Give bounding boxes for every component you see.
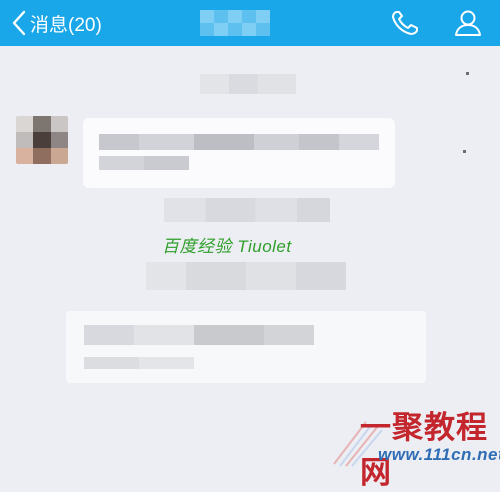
phone-icon bbox=[392, 11, 418, 35]
system-notice-blurred bbox=[146, 262, 346, 290]
message-text-blurred bbox=[99, 134, 379, 150]
back-button[interactable]: 消息(20) bbox=[10, 8, 102, 38]
person-icon bbox=[455, 10, 481, 36]
card-title-blurred bbox=[84, 325, 314, 345]
timestamp-blurred bbox=[200, 74, 296, 94]
card-subtitle-blurred bbox=[84, 357, 194, 369]
contact-name-blurred bbox=[200, 10, 270, 36]
site-logo: 一聚教程网 www.111cn.net bbox=[330, 402, 500, 490]
call-button[interactable] bbox=[390, 9, 420, 42]
title-bar: 消息(20) bbox=[0, 0, 500, 46]
message-bubble[interactable] bbox=[83, 118, 395, 188]
message-text-blurred bbox=[99, 156, 189, 170]
message-card[interactable] bbox=[66, 311, 426, 383]
profile-button[interactable] bbox=[452, 9, 484, 42]
logo-url: www.111cn.net bbox=[378, 445, 500, 464]
decorative-dot bbox=[466, 72, 469, 75]
back-label: 消息(20) bbox=[30, 14, 102, 36]
avatar[interactable] bbox=[16, 116, 68, 164]
chevron-left-icon bbox=[12, 10, 26, 36]
system-notice-blurred bbox=[164, 198, 330, 222]
decorative-dot bbox=[463, 150, 466, 153]
watermark-text: 百度经验 Tiuolet bbox=[162, 237, 292, 256]
